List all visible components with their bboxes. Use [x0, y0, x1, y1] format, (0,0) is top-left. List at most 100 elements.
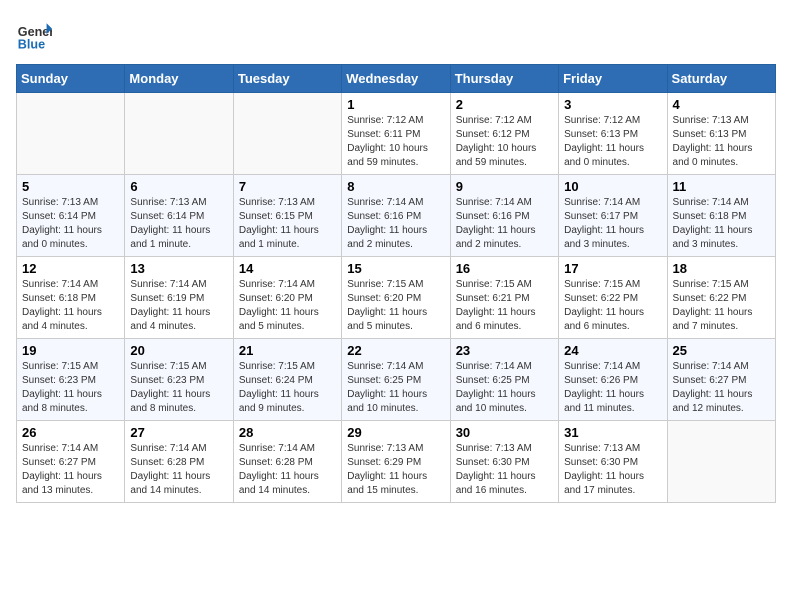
calendar-day-cell: 12 Sunrise: 7:14 AM Sunset: 6:18 PM Dayli…	[17, 257, 125, 339]
calendar-day-cell: 26 Sunrise: 7:14 AM Sunset: 6:27 PM Dayli…	[17, 421, 125, 503]
day-info: Sunrise: 7:13 AM Sunset: 6:14 PM Dayligh…	[22, 196, 119, 252]
calendar-day-cell: 24 Sunrise: 7:14 AM Sunset: 6:26 PM Dayli…	[559, 339, 667, 421]
day-number: 12	[22, 261, 119, 276]
calendar-day-cell: 5 Sunrise: 7:13 AM Sunset: 6:14 PM Daylig…	[17, 175, 125, 257]
day-info: Sunrise: 7:14 AM Sunset: 6:17 PM Dayligh…	[564, 196, 661, 252]
day-info: Sunrise: 7:13 AM Sunset: 6:14 PM Dayligh…	[130, 196, 227, 252]
calendar-day-cell: 27 Sunrise: 7:14 AM Sunset: 6:28 PM Dayli…	[125, 421, 233, 503]
day-number: 28	[239, 425, 336, 440]
day-info: Sunrise: 7:12 AM Sunset: 6:13 PM Dayligh…	[564, 114, 661, 170]
calendar-day-cell: 23Sunrise: 7:14 AM Sunset: 6:25 PM Dayli…	[450, 339, 558, 421]
calendar-day-cell	[125, 93, 233, 175]
day-number: 19	[22, 343, 119, 358]
day-number: 27	[130, 425, 227, 440]
day-number: 15	[347, 261, 444, 276]
day-number: 24	[564, 343, 661, 358]
day-number: 9	[456, 179, 553, 194]
calendar-day-cell: 15 Sunrise: 7:15 AM Sunset: 6:20 PM Dayli…	[342, 257, 450, 339]
calendar-table: SundayMondayTuesdayWednesdayThursdayFrid…	[16, 64, 776, 503]
day-number: 31	[564, 425, 661, 440]
calendar-week-row: 19 Sunrise: 7:15 AM Sunset: 6:23 PM Dayli…	[17, 339, 776, 421]
calendar-week-row: 5 Sunrise: 7:13 AM Sunset: 6:14 PM Daylig…	[17, 175, 776, 257]
day-info: Sunrise: 7:14 AM Sunset: 6:25 PM Dayligh…	[347, 360, 444, 416]
calendar-day-cell: 4 Sunrise: 7:13 AM Sunset: 6:13 PM Daylig…	[667, 93, 775, 175]
calendar-day-cell: 14Sunrise: 7:14 AM Sunset: 6:20 PM Dayli…	[233, 257, 341, 339]
weekday-header-cell: Saturday	[667, 65, 775, 93]
calendar-day-cell: 25 Sunrise: 7:14 AM Sunset: 6:27 PM Dayli…	[667, 339, 775, 421]
calendar-day-cell: 31 Sunrise: 7:13 AM Sunset: 6:30 PM Dayli…	[559, 421, 667, 503]
calendar-day-cell: 6 Sunrise: 7:13 AM Sunset: 6:14 PM Daylig…	[125, 175, 233, 257]
svg-text:Blue: Blue	[18, 37, 45, 51]
weekday-header-cell: Friday	[559, 65, 667, 93]
day-number: 4	[673, 97, 770, 112]
day-number: 16	[456, 261, 553, 276]
calendar-day-cell: 16 Sunrise: 7:15 AM Sunset: 6:21 PM Dayli…	[450, 257, 558, 339]
calendar-day-cell: 18 Sunrise: 7:15 AM Sunset: 6:22 PM Dayli…	[667, 257, 775, 339]
calendar-day-cell: 17Sunrise: 7:15 AM Sunset: 6:22 PM Dayli…	[559, 257, 667, 339]
day-info: Sunrise: 7:15 AM Sunset: 6:23 PM Dayligh…	[130, 360, 227, 416]
day-info: Sunrise: 7:14 AM Sunset: 6:27 PM Dayligh…	[22, 442, 119, 498]
day-info: Sunrise: 7:14 AM Sunset: 6:16 PM Dayligh…	[456, 196, 553, 252]
day-number: 17	[564, 261, 661, 276]
day-number: 30	[456, 425, 553, 440]
calendar-day-cell: 9 Sunrise: 7:14 AM Sunset: 6:16 PM Daylig…	[450, 175, 558, 257]
day-info: Sunrise: 7:13 AM Sunset: 6:13 PM Dayligh…	[673, 114, 770, 170]
day-number: 22	[347, 343, 444, 358]
calendar-day-cell: 13Sunrise: 7:14 AM Sunset: 6:19 PM Dayli…	[125, 257, 233, 339]
day-info: Sunrise: 7:15 AM Sunset: 6:21 PM Dayligh…	[456, 278, 553, 334]
day-number: 29	[347, 425, 444, 440]
calendar-week-row: 26 Sunrise: 7:14 AM Sunset: 6:27 PM Dayli…	[17, 421, 776, 503]
day-info: Sunrise: 7:13 AM Sunset: 6:30 PM Dayligh…	[564, 442, 661, 498]
day-info: Sunrise: 7:14 AM Sunset: 6:18 PM Dayligh…	[22, 278, 119, 334]
day-info: Sunrise: 7:15 AM Sunset: 6:22 PM Dayligh…	[673, 278, 770, 334]
day-info: Sunrise: 7:15 AM Sunset: 6:24 PM Dayligh…	[239, 360, 336, 416]
day-number: 25	[673, 343, 770, 358]
day-number: 11	[673, 179, 770, 194]
weekday-header-cell: Tuesday	[233, 65, 341, 93]
day-number: 5	[22, 179, 119, 194]
day-info: Sunrise: 7:14 AM Sunset: 6:20 PM Dayligh…	[239, 278, 336, 334]
day-info: Sunrise: 7:14 AM Sunset: 6:28 PM Dayligh…	[130, 442, 227, 498]
calendar-day-cell	[17, 93, 125, 175]
calendar-day-cell	[667, 421, 775, 503]
day-info: Sunrise: 7:14 AM Sunset: 6:28 PM Dayligh…	[239, 442, 336, 498]
calendar-day-cell: 8Sunrise: 7:14 AM Sunset: 6:16 PM Daylig…	[342, 175, 450, 257]
day-info: Sunrise: 7:13 AM Sunset: 6:15 PM Dayligh…	[239, 196, 336, 252]
day-info: Sunrise: 7:12 AM Sunset: 6:12 PM Dayligh…	[456, 114, 553, 170]
weekday-header-cell: Thursday	[450, 65, 558, 93]
calendar-day-cell: 30 Sunrise: 7:13 AM Sunset: 6:30 PM Dayli…	[450, 421, 558, 503]
logo: General Blue	[16, 16, 52, 52]
day-number: 1	[347, 97, 444, 112]
calendar-day-cell: 22 Sunrise: 7:14 AM Sunset: 6:25 PM Dayli…	[342, 339, 450, 421]
day-info: Sunrise: 7:13 AM Sunset: 6:30 PM Dayligh…	[456, 442, 553, 498]
calendar-day-cell: 2Sunrise: 7:12 AM Sunset: 6:12 PM Daylig…	[450, 93, 558, 175]
day-number: 8	[347, 179, 444, 194]
day-info: Sunrise: 7:15 AM Sunset: 6:20 PM Dayligh…	[347, 278, 444, 334]
day-number: 13	[130, 261, 227, 276]
calendar-day-cell: 19 Sunrise: 7:15 AM Sunset: 6:23 PM Dayli…	[17, 339, 125, 421]
day-info: Sunrise: 7:14 AM Sunset: 6:27 PM Dayligh…	[673, 360, 770, 416]
day-number: 6	[130, 179, 227, 194]
page-header: General Blue	[16, 16, 776, 52]
day-number: 20	[130, 343, 227, 358]
day-info: Sunrise: 7:12 AM Sunset: 6:11 PM Dayligh…	[347, 114, 444, 170]
calendar-day-cell: 29Sunrise: 7:13 AM Sunset: 6:29 PM Dayli…	[342, 421, 450, 503]
weekday-header-cell: Sunday	[17, 65, 125, 93]
day-number: 21	[239, 343, 336, 358]
day-number: 18	[673, 261, 770, 276]
day-info: Sunrise: 7:14 AM Sunset: 6:18 PM Dayligh…	[673, 196, 770, 252]
day-number: 7	[239, 179, 336, 194]
day-info: Sunrise: 7:14 AM Sunset: 6:25 PM Dayligh…	[456, 360, 553, 416]
day-number: 26	[22, 425, 119, 440]
day-number: 10	[564, 179, 661, 194]
day-info: Sunrise: 7:15 AM Sunset: 6:23 PM Dayligh…	[22, 360, 119, 416]
logo-icon: General Blue	[16, 16, 52, 52]
calendar-body: 1 Sunrise: 7:12 AM Sunset: 6:11 PM Daylig…	[17, 93, 776, 503]
day-info: Sunrise: 7:14 AM Sunset: 6:26 PM Dayligh…	[564, 360, 661, 416]
calendar-week-row: 12 Sunrise: 7:14 AM Sunset: 6:18 PM Dayli…	[17, 257, 776, 339]
calendar-day-cell: 10 Sunrise: 7:14 AM Sunset: 6:17 PM Dayli…	[559, 175, 667, 257]
calendar-day-cell: 3Sunrise: 7:12 AM Sunset: 6:13 PM Daylig…	[559, 93, 667, 175]
calendar-day-cell: 7 Sunrise: 7:13 AM Sunset: 6:15 PM Daylig…	[233, 175, 341, 257]
weekday-header-row: SundayMondayTuesdayWednesdayThursdayFrid…	[17, 65, 776, 93]
calendar-day-cell	[233, 93, 341, 175]
